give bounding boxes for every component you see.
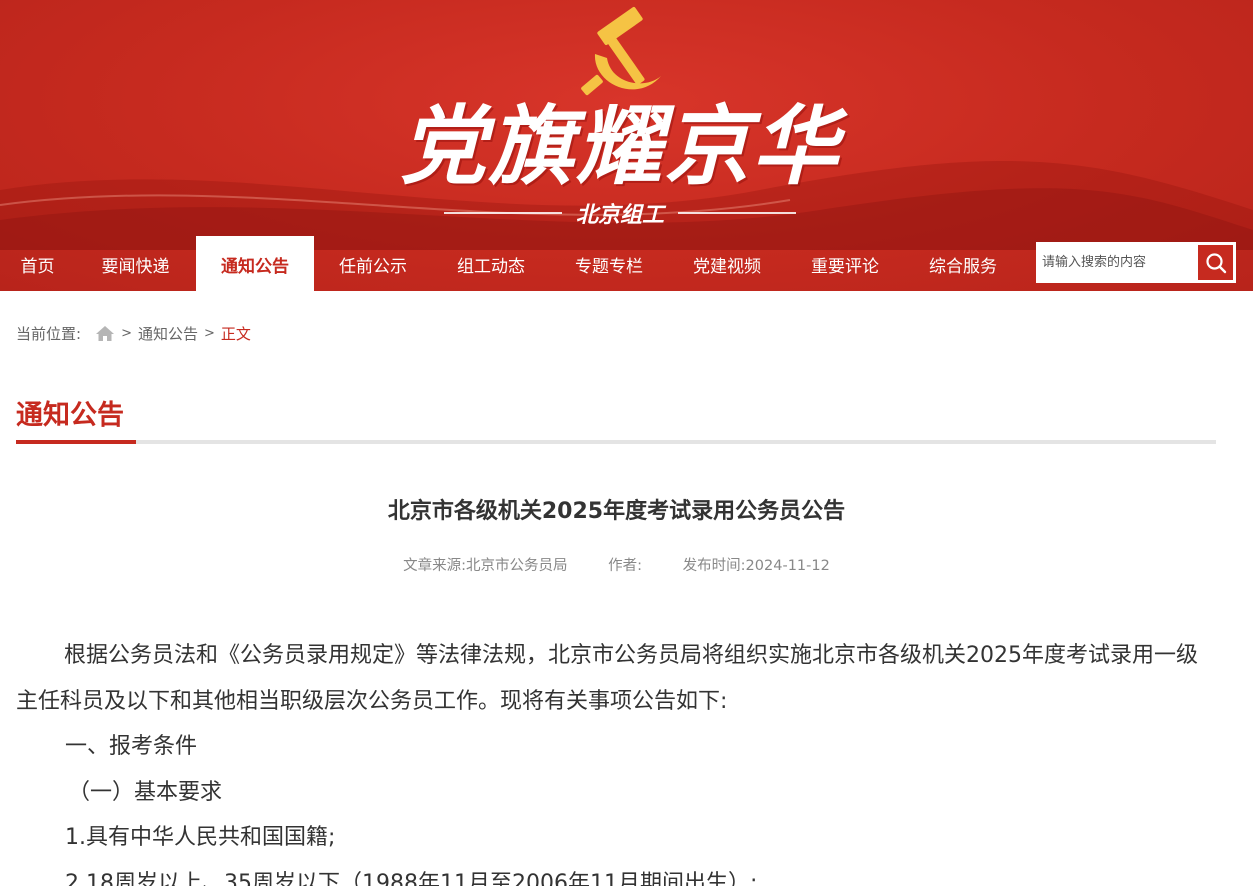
breadcrumb-separator: > [121, 325, 132, 341]
section-divider-accent [16, 440, 136, 444]
nav-item-services[interactable]: 综合服务 [904, 236, 1022, 291]
article-heading: 一、报考条件 [65, 734, 198, 759]
nav-item-notices[interactable]: 通知公告 [196, 236, 314, 291]
nav-item-features[interactable]: 专题专栏 [550, 236, 668, 291]
section-divider [16, 440, 1216, 444]
breadcrumb-item-notices[interactable]: 通知公告 [138, 323, 198, 344]
article-source: 文章来源:北京市公务员局 [403, 558, 568, 574]
search-icon [1205, 252, 1226, 273]
article-title: 北京市各级机关2025年度考试录用公务员公告 [387, 499, 846, 524]
breadcrumb: 当前位置: > 通知公告 > 正文 [16, 321, 251, 345]
search-button[interactable] [1198, 245, 1233, 280]
brand-title: 党旗耀京华 [400, 96, 840, 197]
nav-item-videos[interactable]: 党建视频 [668, 236, 786, 291]
hammer-and-sickle-icon [581, 7, 661, 96]
nav-item-home[interactable]: 首页 [0, 236, 75, 291]
article-list-item: 2.18周岁以上、35周岁以下（1988年11月至2006年11月期间出生）; [65, 870, 758, 886]
article-author: 作者: [608, 558, 643, 574]
nav-item-commentary[interactable]: 重要评论 [786, 236, 904, 291]
brand-subtitle-line-left [443, 212, 562, 214]
nav-item-org-updates[interactable]: 组工动态 [432, 236, 550, 291]
breadcrumb-prefix: 当前位置: [16, 324, 82, 343]
section-title: 通知公告 [16, 400, 124, 431]
home-icon[interactable] [95, 325, 115, 342]
article-body: 根据公务员法和《公务员录用规定》等法律法规，北京市公务员局将组织实施北京市各级机… [16, 633, 1216, 886]
article-date: 发布时间:2024-11-12 [682, 558, 830, 574]
search-input[interactable] [1036, 243, 1194, 282]
nav-item-appointments[interactable]: 任前公示 [314, 236, 432, 291]
nav-item-news[interactable]: 要闻快递 [75, 236, 196, 291]
breadcrumb-item-current: 正文 [220, 324, 251, 343]
brand-subtitle-row: 北京组工 [440, 198, 800, 228]
article-list-item: 1.具有中华人民共和国国籍; [65, 825, 336, 850]
brand-subtitle-line-right [678, 212, 796, 214]
breadcrumb-separator: > [203, 325, 215, 341]
article-meta: 文章来源:北京市公务员局 作者: 发布时间:2024-11-12 [0, 554, 1233, 575]
article-paragraph: 根据公务员法和《公务员录用规定》等法律法规，北京市公务员局将组织实施北京市各级机… [16, 643, 1198, 714]
search-box [1036, 242, 1236, 283]
brand-subtitle: 北京组工 [575, 203, 664, 228]
article-subheading: （一）基本要求 [68, 779, 223, 805]
